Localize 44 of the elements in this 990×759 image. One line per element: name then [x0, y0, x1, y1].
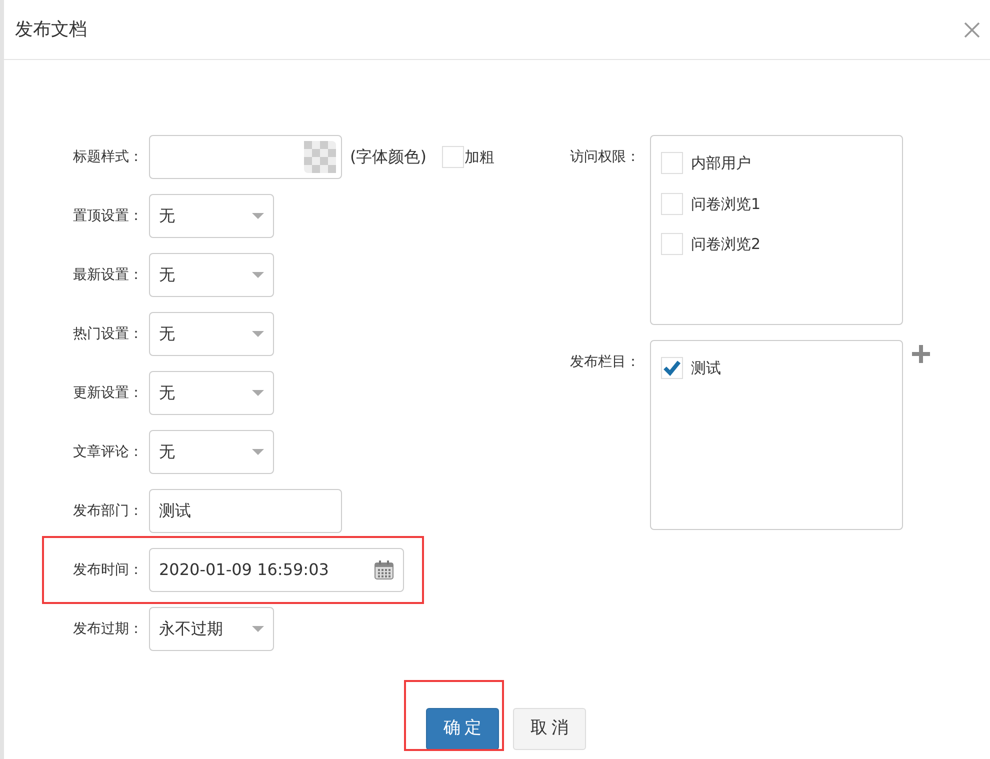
checkbox-label: 测试: [691, 358, 721, 379]
date-time-field[interactable]: 2020-01-09 16:59:03: [149, 548, 404, 592]
dialog-title: 发布文档: [15, 18, 87, 42]
checkbox-label: 问卷浏览1: [691, 194, 761, 214]
close-icon[interactable]: [964, 22, 980, 38]
checkbox[interactable]: [661, 357, 683, 380]
caret-icon: [252, 449, 264, 455]
caret-icon: [252, 626, 264, 632]
field-label: 最新设置：: [72, 266, 144, 284]
calendar-icon[interactable]: [374, 560, 394, 580]
caret-icon: [252, 390, 264, 396]
field-label: 发布栏目：: [570, 353, 641, 372]
plus-icon[interactable]: [912, 345, 930, 363]
field-label: 置顶设置：: [72, 206, 144, 226]
checkbox[interactable]: [661, 152, 683, 174]
field-label: 热门设置：: [72, 324, 144, 344]
dialog-button[interactable]: 取消: [513, 708, 586, 750]
select-field[interactable]: 无: [149, 430, 274, 474]
select-field[interactable]: 无: [149, 194, 274, 238]
field-label: 发布部门：: [72, 502, 144, 520]
field-label: 文章评论：: [72, 442, 144, 462]
checkbox[interactable]: [661, 192, 683, 215]
select-field[interactable]: 无: [149, 253, 274, 297]
select-field[interactable]: 无: [149, 312, 274, 356]
checkbox-label: 问卷浏览2: [691, 234, 761, 255]
field-label: 更新设置：: [72, 384, 144, 402]
caret-icon: [252, 331, 264, 337]
hint-text: (字体颜色): [350, 146, 426, 168]
dialog-button[interactable]: 确定: [426, 708, 499, 750]
field-label: 访问权限：: [570, 148, 641, 167]
text-input[interactable]: 测试: [149, 489, 342, 533]
checkbox[interactable]: [661, 233, 683, 256]
field-label: 发布过期：: [72, 620, 144, 638]
select-field[interactable]: 无: [149, 371, 274, 415]
color-swatch-icon[interactable]: [304, 141, 336, 173]
checkbox-label: 内部用户: [691, 153, 751, 174]
field-label: 发布时间：: [72, 560, 144, 580]
checkbox-label: 加粗: [464, 146, 494, 168]
text-input[interactable]: [149, 135, 342, 179]
caret-icon: [252, 213, 264, 219]
checkbox[interactable]: [442, 146, 464, 168]
caret-icon: [252, 272, 264, 278]
select-field[interactable]: 永不过期: [149, 607, 274, 651]
field-label: 标题样式：: [72, 148, 144, 166]
